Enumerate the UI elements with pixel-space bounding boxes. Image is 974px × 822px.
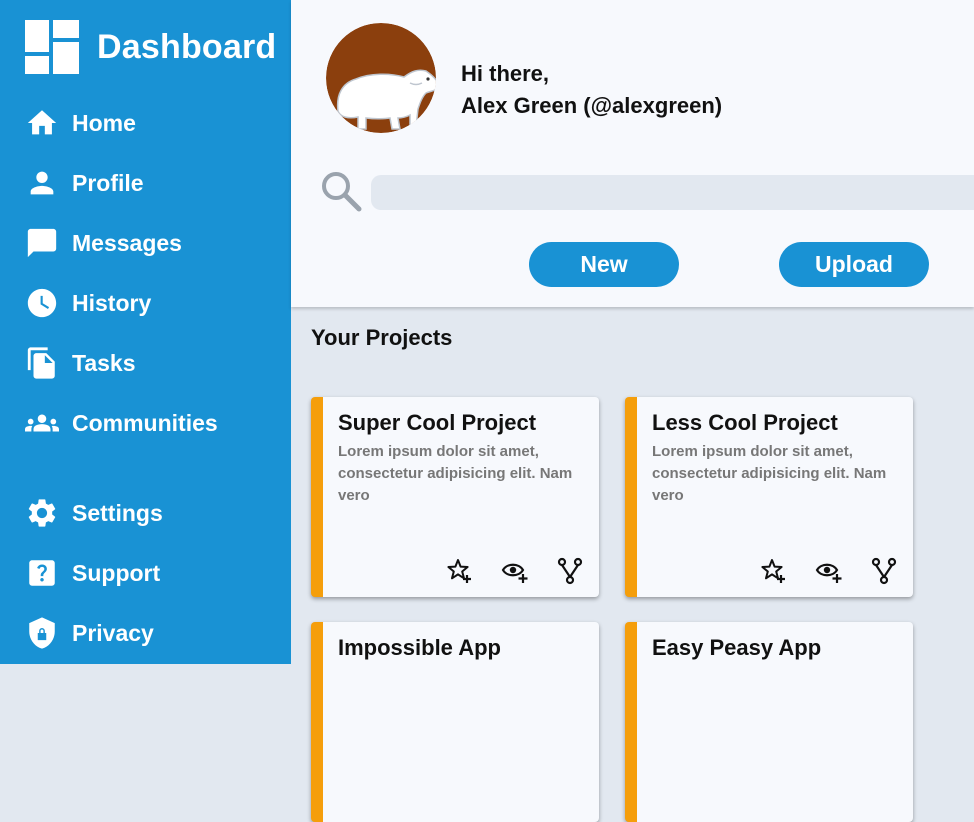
sidebar: Dashboard Home Profile Messages History … (0, 0, 291, 664)
sidebar-item-label: Privacy (72, 619, 154, 646)
card-actions (446, 557, 584, 585)
sidebar-item-label: Tasks (72, 349, 136, 376)
sidebar-item-label: Settings (72, 499, 163, 526)
sidebar-item-label: Profile (72, 169, 144, 196)
star-add-icon[interactable] (446, 557, 474, 585)
new-button[interactable]: New (529, 242, 679, 287)
sidebar-item-support[interactable]: Support (24, 553, 160, 593)
avatar[interactable] (326, 23, 436, 133)
sidebar-item-history[interactable]: History (24, 283, 151, 323)
sidebar-item-communities[interactable]: Communities (24, 403, 218, 443)
project-title: Easy Peasy App (652, 635, 822, 660)
greeting: Hi there, Alex Green (@alexgreen) (461, 58, 722, 122)
sidebar-item-home[interactable]: Home (24, 103, 136, 143)
project-card[interactable]: Impossible App (311, 622, 599, 822)
dashboard-logo-icon (25, 20, 79, 74)
watch-add-icon[interactable] (815, 557, 843, 585)
project-title: Less Cool Project (652, 410, 838, 435)
user-name: Alex Green (@alexgreen) (461, 93, 723, 118)
sidebar-item-messages[interactable]: Messages (24, 223, 182, 263)
message-icon (24, 225, 60, 261)
polar-bear-avatar-icon (326, 23, 436, 133)
gear-icon (24, 495, 60, 531)
shield-lock-icon (24, 615, 60, 651)
sidebar-item-label: Home (72, 109, 136, 136)
sidebar-item-label: History (72, 289, 152, 316)
group-icon (24, 405, 60, 441)
project-title: Super Cool Project (338, 410, 537, 435)
sidebar-item-profile[interactable]: Profile (24, 163, 144, 203)
search-input[interactable] (371, 175, 974, 210)
user-icon (24, 165, 60, 201)
sidebar-item-privacy[interactable]: Privacy (24, 613, 154, 653)
sidebar-item-tasks[interactable]: Tasks (24, 343, 136, 383)
star-add-icon[interactable] (760, 557, 788, 585)
section-title: Your Projects (311, 325, 453, 350)
brand[interactable]: Dashboard (25, 20, 276, 74)
watch-add-icon[interactable] (501, 557, 529, 585)
project-title: Impossible App (338, 635, 501, 660)
document-icon (24, 345, 60, 381)
fork-icon[interactable] (870, 557, 898, 585)
sidebar-item-label: Messages (72, 229, 182, 256)
sidebar-item-settings[interactable]: Settings (24, 493, 163, 533)
sidebar-item-label: Support (72, 559, 161, 586)
clock-icon (24, 285, 60, 321)
card-actions (760, 557, 898, 585)
project-description: Lorem ipsum dolor sit amet, consectetur … (652, 443, 887, 504)
home-icon (24, 105, 60, 141)
project-description: Lorem ipsum dolor sit amet, consectetur … (338, 443, 573, 504)
fork-icon[interactable] (556, 557, 584, 585)
header: Hi there, Alex Green (@alexgreen) New Up… (291, 0, 974, 307)
project-card[interactable]: Super Cool Project Lorem ipsum dolor sit… (311, 397, 599, 597)
sidebar-item-label: Communities (72, 409, 218, 436)
search-icon[interactable] (317, 168, 365, 216)
upload-button[interactable]: Upload (779, 242, 929, 287)
project-card[interactable]: Less Cool Project Lorem ipsum dolor sit … (625, 397, 913, 597)
brand-title: Dashboard (97, 27, 277, 66)
greeting-line: Hi there, (461, 61, 550, 86)
project-card[interactable]: Easy Peasy App (625, 622, 913, 822)
help-icon (24, 555, 60, 591)
